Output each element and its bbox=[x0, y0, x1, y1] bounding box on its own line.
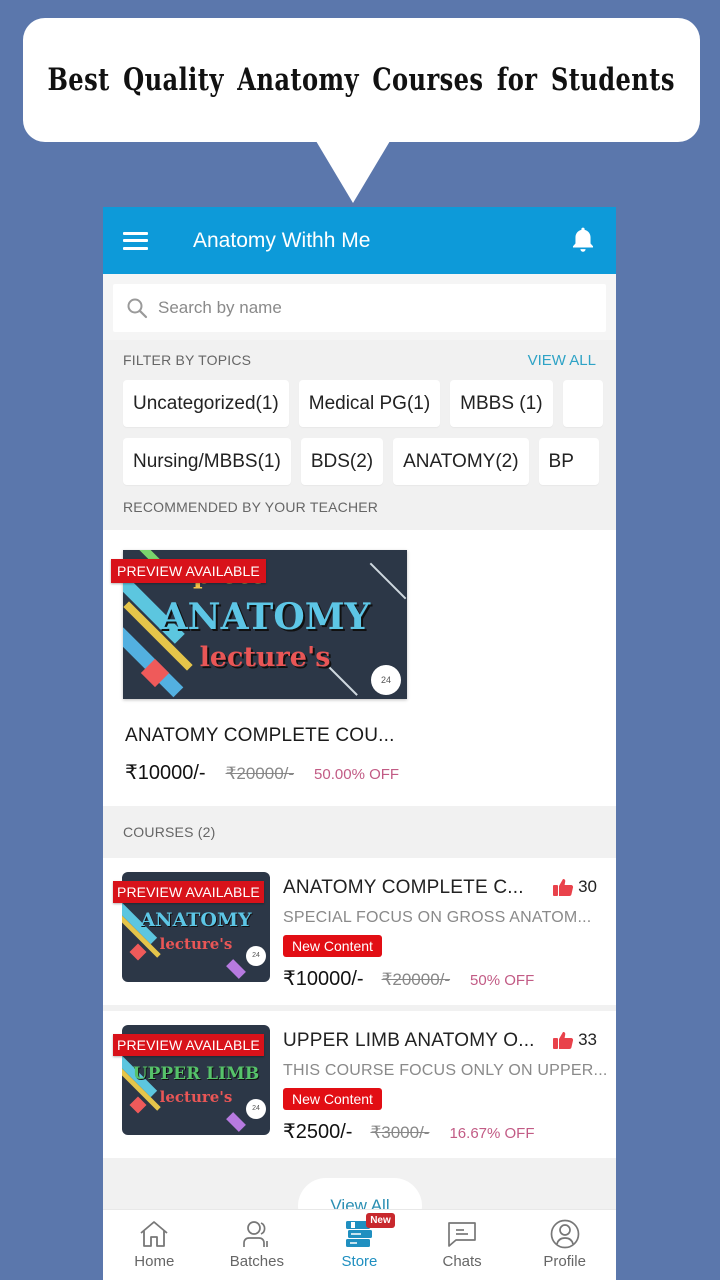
nav-home[interactable]: Home bbox=[103, 1210, 206, 1280]
course-subtitle: SPECIAL FOCUS ON GROSS ANATOM... bbox=[283, 909, 592, 926]
topic-chip-anatomy[interactable]: ANATOMY(2) bbox=[393, 438, 529, 485]
course-thumbnail[interactable]: ANATOMY lecture's 24 PREVIEW AVAILABLE bbox=[113, 872, 270, 982]
price: ₹2500/- bbox=[283, 1121, 353, 1143]
promo-banner-pointer bbox=[316, 141, 390, 203]
topic-chip-bp[interactable]: BP bbox=[538, 438, 599, 485]
nav-batches[interactable]: Batches bbox=[206, 1210, 309, 1280]
channel-logo: 24 bbox=[246, 1099, 266, 1119]
batches-icon bbox=[243, 1221, 268, 1247]
preview-available-ribbon: PREVIEW AVAILABLE bbox=[111, 559, 266, 583]
filter-label: FILTER BY TOPICS bbox=[123, 352, 252, 368]
original-price: ₹20000/- bbox=[225, 764, 295, 783]
courses-label: COURSES (2) bbox=[123, 824, 216, 840]
thumb-text-line2: ANATOMY bbox=[159, 596, 371, 638]
thumb-text-line2: ANATOMY bbox=[140, 909, 252, 931]
course-subtitle: THIS COURSE FOCUS ONLY ON UPPER... bbox=[283, 1062, 608, 1079]
search-bar[interactable] bbox=[113, 284, 606, 332]
filter-view-all-link[interactable]: VIEW ALL bbox=[528, 352, 596, 369]
preview-available-ribbon: PREVIEW AVAILABLE bbox=[113, 1034, 264, 1056]
nav-store-label: Store bbox=[341, 1253, 378, 1270]
likes-count: 30 bbox=[552, 877, 597, 897]
hamburger-menu-icon[interactable] bbox=[123, 231, 148, 250]
channel-logo: 24 bbox=[371, 665, 401, 695]
nav-home-label: Home bbox=[134, 1253, 175, 1270]
recommended-course-thumbnail[interactable]: plete ANATOMY lecture's 24 PREVIEW AVAIL… bbox=[111, 550, 407, 699]
search-container bbox=[103, 274, 616, 340]
course-title[interactable]: ANATOMY COMPLETE C... bbox=[283, 877, 524, 899]
likes-value: 30 bbox=[578, 877, 597, 896]
course-thumbnail[interactable]: UPPER LIMB lecture's 24 PREVIEW AVAILABL… bbox=[113, 1025, 270, 1135]
store-new-tag: New bbox=[366, 1213, 395, 1228]
recommended-label: RECOMMENDED BY YOUR TEACHER bbox=[123, 499, 379, 515]
search-input[interactable] bbox=[158, 298, 558, 318]
recommended-course-card[interactable]: plete ANATOMY lecture's 24 PREVIEW AVAIL… bbox=[103, 530, 616, 806]
new-content-badge: New Content bbox=[283, 1088, 382, 1110]
recommended-price-row: ₹10000/- ₹20000/- 50.00% OFF bbox=[125, 760, 399, 785]
thumbs-up-icon bbox=[553, 879, 574, 896]
bottom-navigation: Home Batches New Store Chats Profile bbox=[103, 1209, 616, 1280]
topic-chips: Uncategorized(1) Medical PG(1) MBBS (1) … bbox=[103, 380, 616, 496]
discount-label: 16.67% OFF bbox=[449, 1125, 535, 1142]
app-bar: Anatomy Withh Me bbox=[103, 207, 616, 274]
filter-header: FILTER BY TOPICS VIEW ALL bbox=[103, 340, 616, 380]
topic-chip-uncategorized[interactable]: Uncategorized(1) bbox=[123, 380, 289, 427]
courses-header: COURSES (2) bbox=[103, 806, 616, 858]
likes-count: 33 bbox=[552, 1030, 597, 1050]
chip-row-1: Uncategorized(1) Medical PG(1) MBBS (1) bbox=[123, 380, 616, 427]
course-price-row: ₹2500/- ₹3000/- 16.67% OFF bbox=[283, 1119, 535, 1144]
chat-icon bbox=[448, 1222, 476, 1247]
bell-icon[interactable] bbox=[570, 226, 596, 254]
course-list-item[interactable]: UPPER LIMB lecture's 24 PREVIEW AVAILABL… bbox=[103, 1011, 616, 1158]
promo-banner: Best Quality Anatomy Courses for Student… bbox=[23, 18, 700, 142]
nav-batches-label: Batches bbox=[229, 1253, 284, 1270]
original-price: ₹20000/- bbox=[381, 970, 451, 989]
nav-profile-label: Profile bbox=[543, 1253, 586, 1270]
new-content-badge: New Content bbox=[283, 935, 382, 957]
topic-chip-partial[interactable] bbox=[562, 380, 603, 427]
recommended-course-title[interactable]: ANATOMY COMPLETE COU... bbox=[125, 725, 395, 747]
channel-logo: 24 bbox=[246, 946, 266, 966]
course-list-item[interactable]: ANATOMY lecture's 24 PREVIEW AVAILABLE A… bbox=[103, 858, 616, 1005]
thumbs-up-icon bbox=[553, 1032, 574, 1049]
likes-value: 33 bbox=[578, 1030, 597, 1049]
topic-chip-medical-pg[interactable]: Medical PG(1) bbox=[298, 380, 441, 427]
preview-available-ribbon: PREVIEW AVAILABLE bbox=[113, 881, 264, 903]
nav-profile[interactable]: Profile bbox=[513, 1210, 616, 1280]
thumb-text-line2: UPPER LIMB bbox=[132, 1064, 260, 1084]
chip-row-2: Nursing/MBBS(1) BDS(2) ANATOMY(2) BP bbox=[123, 438, 616, 485]
phone-screen: Anatomy Withh Me FILTER BY TOPICS VIEW A… bbox=[103, 207, 616, 1280]
course-title[interactable]: UPPER LIMB ANATOMY O... bbox=[283, 1030, 535, 1052]
topic-chip-nursing-mbbs[interactable]: Nursing/MBBS(1) bbox=[123, 438, 291, 485]
price: ₹10000/- bbox=[283, 968, 364, 990]
original-price: ₹3000/- bbox=[370, 1123, 430, 1142]
profile-icon bbox=[550, 1219, 580, 1249]
recommended-header: RECOMMENDED BY YOUR TEACHER bbox=[103, 488, 616, 526]
nav-chats[interactable]: Chats bbox=[411, 1210, 514, 1280]
topic-chip-mbbs[interactable]: MBBS (1) bbox=[450, 380, 553, 427]
thumb-text-line3: lecture's bbox=[199, 642, 331, 673]
course-price-row: ₹10000/- ₹20000/- 50% OFF bbox=[283, 966, 534, 991]
search-icon bbox=[127, 298, 148, 319]
discount-label: 50.00% OFF bbox=[314, 766, 400, 783]
nav-store[interactable]: New Store bbox=[308, 1210, 411, 1280]
discount-label: 50% OFF bbox=[470, 972, 535, 989]
nav-chats-label: Chats bbox=[442, 1253, 482, 1270]
topic-chip-bds[interactable]: BDS(2) bbox=[300, 438, 384, 485]
promo-headline: Best Quality Anatomy Courses for Student… bbox=[47, 62, 676, 98]
app-title: Anatomy Withh Me bbox=[193, 228, 371, 252]
price: ₹10000/- bbox=[125, 762, 206, 784]
home-icon bbox=[140, 1221, 168, 1247]
